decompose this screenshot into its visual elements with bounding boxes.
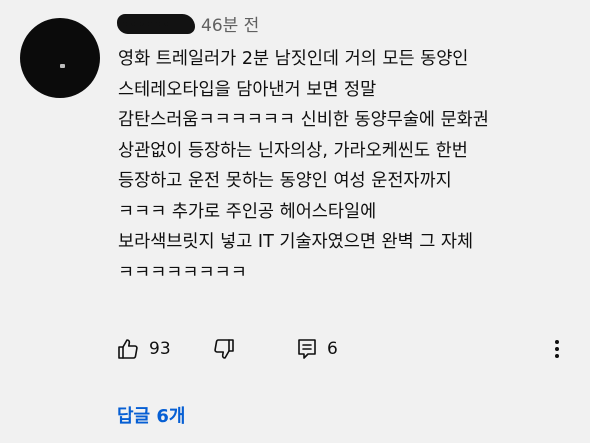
- comment-line: 상관없이 등장하는 닌자의상, 가라오케씬도 한번: [118, 140, 468, 161]
- comment-line: 등장하고 운전 못하는 동양인 여성 운전자까지: [118, 171, 452, 191]
- comment-line: 감탄스러움ㅋㅋㅋㅋㅋㅋ 신비한 동양무술에 문화권: [118, 110, 489, 130]
- author-name: ••••••: [121, 17, 171, 33]
- comment-timestamp[interactable]: 46분 전: [201, 15, 259, 37]
- comment-text: 영화 트레일러가 2분 남짓인데 거의 모든 동양인 스테레오타입을 담아낸거 …: [118, 44, 583, 288]
- comment-line: ㅋㅋㅋㅋㅋㅋㅋㅋ: [118, 262, 247, 283]
- dislike-button[interactable]: [212, 334, 236, 364]
- more-vertical-icon: [552, 337, 562, 361]
- reply-count: 6: [327, 339, 338, 359]
- thumbs-up-icon: [116, 337, 140, 361]
- avatar[interactable]: [20, 18, 100, 98]
- comment-line: 보라색브릿지 넣고 IT 기술자였으면 완벽 그 자체: [118, 232, 474, 252]
- reply-icon: [296, 337, 318, 361]
- comment-line: 영화 트레일러가 2분 남짓인데 거의 모든 동양인: [118, 49, 469, 69]
- comment-line: 스테레오타입을 담아낸거 보면 정말: [118, 79, 377, 100]
- comment-line: ㅋㅋㅋ 추가로 주인공 헤어스타일에: [118, 201, 377, 222]
- more-actions-button[interactable]: [552, 334, 562, 364]
- comment-actions-bar: 93 6: [116, 334, 586, 364]
- thumbs-down-icon: [212, 337, 236, 361]
- reply-button[interactable]: 6: [296, 334, 338, 364]
- avatar-detail: [60, 64, 65, 68]
- like-count: 93: [149, 339, 171, 359]
- like-button[interactable]: 93: [116, 334, 171, 364]
- view-replies-button[interactable]: 답글 6개: [117, 404, 185, 430]
- author-name-redacted[interactable]: ••••••: [117, 14, 195, 34]
